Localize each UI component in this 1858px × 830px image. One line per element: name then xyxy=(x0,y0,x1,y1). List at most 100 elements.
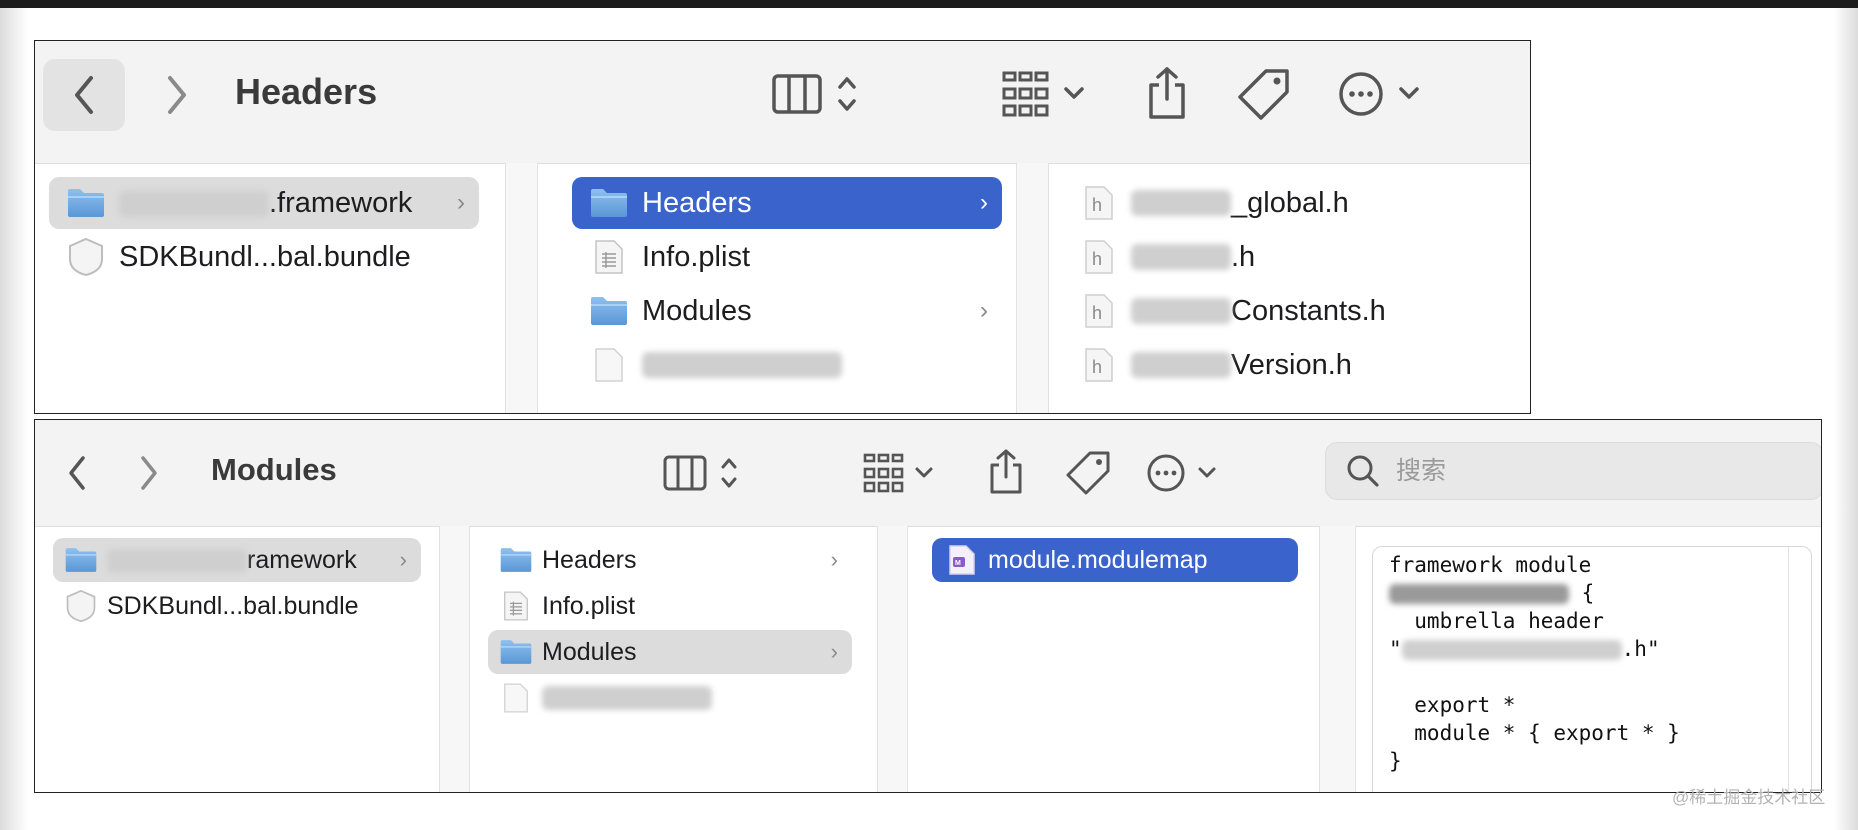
top-bar xyxy=(0,0,1858,8)
group-button[interactable] xyxy=(859,444,943,502)
item-label: _global.h xyxy=(1231,186,1349,219)
forward-button[interactable] xyxy=(127,442,171,504)
column-divider[interactable] xyxy=(1016,163,1017,413)
column-divider[interactable] xyxy=(505,163,506,413)
chevron-right-icon: › xyxy=(399,547,407,572)
share-icon xyxy=(1149,67,1185,119)
list-item-bundle[interactable]: SDKBundl...bal.bundle xyxy=(49,231,479,283)
search-input[interactable] xyxy=(1394,455,1778,487)
chevron-left-icon xyxy=(75,76,93,114)
group-button[interactable] xyxy=(997,63,1097,125)
window-title: Modules xyxy=(211,452,337,487)
list-item-framework[interactable]: .framework › xyxy=(49,177,479,229)
redacted-name xyxy=(642,352,842,378)
list-item-main-h[interactable]: h .h xyxy=(1079,231,1509,283)
back-button[interactable] xyxy=(55,442,99,504)
list-item-headers[interactable]: Headers › xyxy=(572,177,1002,229)
file-icon xyxy=(582,347,636,383)
list-item-info-plist[interactable]: Info.plist xyxy=(572,231,1002,283)
group-icon xyxy=(863,453,933,493)
redacted-name xyxy=(542,686,712,710)
chevron-right-icon xyxy=(168,76,186,114)
list-item-global-h[interactable]: h _global.h xyxy=(1079,177,1509,229)
item-label: Info.plist xyxy=(642,240,750,273)
view-mode-button[interactable] xyxy=(659,444,749,502)
column-2: Headers › Info.plist Modules › xyxy=(538,163,1016,413)
toolbar: Modules xyxy=(35,420,1821,527)
redacted-name xyxy=(1389,584,1569,604)
column-divider[interactable] xyxy=(1319,526,1320,792)
column-gutter xyxy=(877,526,907,792)
column-2: Headers › Info.plist Modules › xyxy=(470,526,852,792)
item-label: Info.plist xyxy=(542,591,636,620)
header-file-icon: h xyxy=(1079,185,1119,221)
column-gutter xyxy=(1319,526,1355,792)
chevron-right-icon: › xyxy=(830,639,838,664)
list-item-modules[interactable]: Modules › xyxy=(572,285,1002,337)
svg-text:h: h xyxy=(1092,195,1102,215)
item-label: .framework xyxy=(269,186,413,219)
list-item-modulemap[interactable]: M module.modulemap xyxy=(932,538,1298,582)
view-mode-button[interactable] xyxy=(765,63,875,125)
preview-scroll-divider xyxy=(1788,547,1789,792)
tag-button[interactable] xyxy=(1059,442,1117,504)
column-divider[interactable] xyxy=(439,526,440,792)
item-label: ramework xyxy=(247,545,357,574)
redacted-name xyxy=(1401,640,1622,660)
back-button[interactable] xyxy=(43,59,125,131)
list-item-headers[interactable]: Headers › xyxy=(488,538,852,582)
share-button[interactable] xyxy=(979,440,1033,504)
item-label: module.modulemap xyxy=(988,545,1208,574)
chevron-right-icon xyxy=(141,456,157,490)
toolbar: Headers xyxy=(35,41,1530,164)
finder-window-headers: Headers .framework › SDKBundl...bal.bund… xyxy=(34,40,1531,414)
folder-icon xyxy=(582,187,636,219)
list-item-binary[interactable] xyxy=(488,676,852,720)
more-actions-button[interactable] xyxy=(1143,444,1229,502)
folder-icon xyxy=(494,638,538,666)
redacted-name xyxy=(1131,244,1231,270)
item-label: Modules xyxy=(642,294,752,327)
search-icon xyxy=(1347,455,1379,487)
list-item-version-h[interactable]: h Version.h xyxy=(1079,339,1509,391)
column-3: M module.modulemap xyxy=(908,526,1308,792)
bundle-icon xyxy=(59,589,103,623)
modulemap-icon: M xyxy=(940,544,984,576)
forward-button[interactable] xyxy=(147,59,207,131)
list-item-info-plist[interactable]: Info.plist xyxy=(488,584,852,628)
redacted-name xyxy=(1131,352,1231,378)
redacted-name xyxy=(119,190,269,217)
share-button[interactable] xyxy=(1137,57,1197,129)
left-shadow xyxy=(0,8,28,830)
bundle-icon xyxy=(59,237,113,277)
item-label: .h xyxy=(1231,240,1256,273)
tag-button[interactable] xyxy=(1231,59,1297,129)
list-item-bundle[interactable]: SDKBundl...bal.bundle xyxy=(53,584,421,628)
list-item-binary[interactable] xyxy=(572,339,1002,391)
redacted-name xyxy=(1131,298,1231,324)
column-divider[interactable] xyxy=(877,526,878,792)
column-divider xyxy=(1355,526,1356,792)
tag-icon xyxy=(1066,451,1110,495)
column-gutter xyxy=(439,526,469,792)
more-actions-button[interactable] xyxy=(1335,61,1435,127)
list-item-framework[interactable]: ramework › xyxy=(53,538,421,582)
item-label: Version.h xyxy=(1231,348,1352,381)
more-icon xyxy=(1339,72,1419,116)
svg-text:h: h xyxy=(1092,249,1102,269)
search-field[interactable] xyxy=(1325,442,1821,500)
finder-window-modules: Modules ramework › xyxy=(34,419,1822,793)
column-1: ramework › SDKBundl...bal.bundle xyxy=(35,526,439,792)
column-view-icon xyxy=(663,455,737,491)
folder-icon xyxy=(59,187,113,219)
list-item-modules[interactable]: Modules › xyxy=(488,630,852,674)
preview-code: framework module { umbrella header " .h" … xyxy=(1389,553,1680,773)
share-icon xyxy=(990,449,1022,494)
watermark: @稀土掘金技术社区 xyxy=(1672,788,1826,807)
plist-icon xyxy=(494,590,538,622)
svg-text:h: h xyxy=(1092,303,1102,323)
item-label: Headers xyxy=(542,545,637,574)
item-label: SDKBundl...bal.bundle xyxy=(119,240,411,273)
list-item-constants-h[interactable]: h Constants.h xyxy=(1079,285,1509,337)
tag-icon xyxy=(1238,69,1289,120)
